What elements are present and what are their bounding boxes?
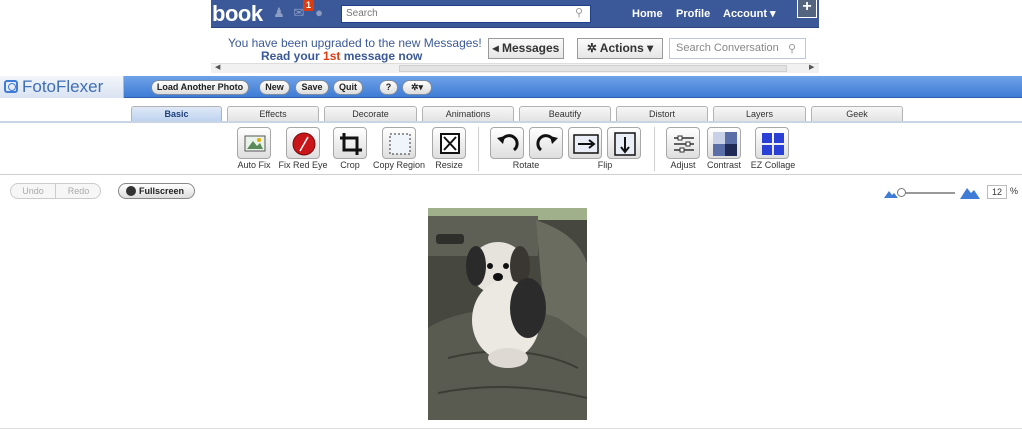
scroll-right-icon[interactable]: ▶: [809, 63, 814, 71]
ez-collage-icon: [762, 133, 784, 155]
rotate-left-icon: [497, 134, 519, 152]
read-message-link[interactable]: Read your 1st message now: [261, 49, 422, 63]
quit-button[interactable]: Quit: [333, 80, 363, 95]
help-button[interactable]: ?: [379, 80, 398, 95]
rotate-left-button[interactable]: [490, 127, 524, 159]
fullscreen-icon: [126, 186, 136, 196]
search-icon[interactable]: ⚲: [575, 6, 589, 20]
zoom-percent-input[interactable]: 12: [987, 185, 1007, 199]
flip-label: Flip: [597, 160, 613, 170]
tab-geek[interactable]: Geek: [811, 106, 903, 121]
nav-profile-link[interactable]: Profile: [676, 0, 710, 28]
auto-fix-label: Auto Fix: [237, 160, 271, 170]
resize-label: Resize: [435, 160, 463, 170]
read-message-prefix: Read your: [261, 49, 324, 63]
load-another-photo-button[interactable]: Load Another Photo: [151, 80, 249, 95]
dog-photo-image: [428, 208, 587, 420]
flip-horizontal-button[interactable]: [568, 127, 602, 159]
new-button[interactable]: New: [259, 80, 290, 95]
flip-vertical-icon: [614, 132, 636, 156]
messages-button[interactable]: ◂ Messages: [488, 38, 564, 59]
contrast-label: Contrast: [706, 160, 741, 170]
adjust-label: Adjust: [670, 160, 696, 170]
redo-button[interactable]: Redo: [56, 184, 101, 198]
copy-region-label: Copy Region: [372, 160, 426, 170]
save-button[interactable]: Save: [295, 80, 329, 95]
tab-effects[interactable]: Effects: [227, 106, 319, 121]
crop-button[interactable]: [333, 127, 367, 159]
contrast-button[interactable]: [707, 127, 741, 159]
edited-photo[interactable]: [428, 208, 587, 420]
zoom-slider-knob[interactable]: [897, 188, 906, 197]
tab-beautify[interactable]: Beautify: [519, 106, 611, 121]
auto-fix-button[interactable]: [237, 127, 271, 159]
scrollbar-thumb[interactable]: [399, 65, 787, 72]
search-icon[interactable]: ⚲: [788, 42, 796, 55]
contrast-icon: [713, 132, 737, 156]
facebook-search-input[interactable]: Search: [341, 5, 591, 23]
tool-separator: [478, 127, 479, 171]
tabs-divider: [0, 121, 1022, 123]
tab-basic[interactable]: Basic: [131, 106, 222, 121]
read-message-suffix: message now: [340, 49, 423, 63]
adjust-sliders-icon: [674, 135, 694, 153]
undo-button[interactable]: Undo: [11, 184, 56, 198]
read-message-highlight: 1st: [323, 49, 341, 63]
camera-icon: [4, 80, 18, 93]
copy-region-button[interactable]: [382, 127, 416, 159]
resize-icon: [440, 133, 460, 154]
adjust-button[interactable]: [666, 127, 700, 159]
toolbar-divider: [0, 174, 1022, 175]
zoom-out-mountain-icon[interactable]: [884, 188, 898, 198]
notifications-icon[interactable]: ●: [311, 6, 327, 20]
flip-horizontal-icon: [573, 134, 599, 154]
zoom-percent-sign: %: [1010, 186, 1019, 196]
nav-account-menu[interactable]: Account ▾: [723, 0, 776, 28]
ez-collage-label: EZ Collage: [750, 160, 796, 170]
canvas-bottom-border: [0, 428, 1022, 429]
undo-redo-group: Undo Redo: [10, 183, 101, 199]
fotoflexer-logo: FotoFlexer: [22, 77, 104, 96]
friend-requests-icon[interactable]: ♟: [271, 6, 287, 20]
zoom-in-mountain-icon[interactable]: [960, 185, 980, 199]
rotate-label: Rotate: [512, 160, 540, 170]
rotate-right-icon: [536, 134, 558, 152]
expand-plus-icon[interactable]: +: [797, 0, 817, 18]
tab-animations[interactable]: Animations: [422, 106, 514, 121]
facebook-top-bar: book ♟ ✉ 1 ● Search ⚲ Home Profile Accou…: [211, 0, 819, 28]
fix-red-eye-label: Fix Red Eye: [278, 160, 328, 170]
tab-layers[interactable]: Layers: [713, 106, 806, 121]
flip-vertical-button[interactable]: [607, 127, 641, 159]
red-eye-icon: [292, 132, 316, 156]
facebook-logo[interactable]: book: [211, 0, 263, 28]
actions-button[interactable]: ✲ Actions ▾: [577, 38, 663, 59]
rotate-right-button[interactable]: [529, 127, 563, 159]
search-conversation-input[interactable]: Search Conversation: [669, 38, 806, 59]
tab-decorate[interactable]: Decorate: [324, 106, 417, 121]
tool-separator: [654, 127, 655, 171]
auto-fix-icon: [244, 135, 266, 152]
crop-icon: [340, 133, 362, 155]
tab-distort[interactable]: Distort: [616, 106, 708, 121]
settings-button[interactable]: ✲▾: [402, 80, 432, 95]
fix-red-eye-button[interactable]: [286, 127, 320, 159]
horizontal-scrollbar[interactable]: ◀ ▶: [211, 63, 819, 73]
ez-collage-button[interactable]: [755, 127, 789, 159]
scroll-left-icon[interactable]: ◀: [215, 63, 220, 71]
nav-home-link[interactable]: Home: [632, 0, 663, 28]
crop-label: Crop: [340, 160, 360, 170]
copy-region-icon: [389, 133, 411, 155]
zoom-slider-track[interactable]: [900, 192, 955, 194]
messages-upgrade-notice: You have been upgraded to the new Messag…: [228, 36, 482, 50]
resize-button[interactable]: [432, 127, 466, 159]
